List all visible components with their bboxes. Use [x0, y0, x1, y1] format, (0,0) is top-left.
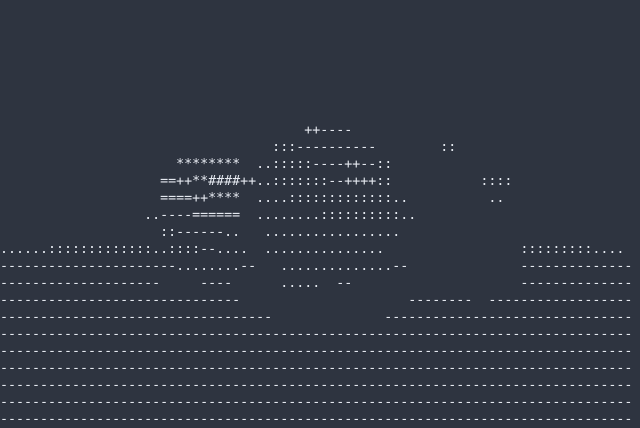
ascii-art-canvas: ++---- :::---------- :: ******** ..:::::…	[0, 122, 640, 428]
ascii-art-line: ......:::::::::::::..::::--.... ........…	[0, 242, 633, 257]
ascii-art-line: ++----	[0, 123, 640, 138]
ascii-art-line: ..----====== ........::::::::::..	[0, 208, 640, 223]
ascii-art-line: ----------------------------------------…	[0, 327, 633, 342]
ascii-art-line: :::---------- ::	[0, 140, 640, 155]
ascii-art-line: ---------------------------------- -----…	[0, 310, 633, 325]
ascii-art-line: ----------------------------------------…	[0, 412, 633, 427]
ascii-art-line: ----------------------------------------…	[0, 344, 633, 359]
ascii-art-line: ----------------------------------------…	[0, 361, 633, 376]
ascii-art-line: ====++**** ....:::::::::::::.. ..	[0, 191, 640, 206]
ascii-art-line: ******** ..:::::----++--::	[0, 157, 640, 172]
ascii-art-line: ----------------------........-- .......…	[0, 259, 633, 274]
ascii-art-line: ::------.. .................	[0, 225, 640, 240]
ascii-art-line: ==++**####++..:::::::--++++:: ::::	[0, 174, 640, 189]
ascii-art-line: ----------------------------------------…	[0, 395, 633, 410]
ascii-art-line: ----------------------------------------…	[0, 378, 633, 393]
ascii-art-line: ------------------------------ -------- …	[0, 293, 633, 308]
ascii-art-line: -------------------- ---- ..... -- -----…	[0, 276, 633, 291]
